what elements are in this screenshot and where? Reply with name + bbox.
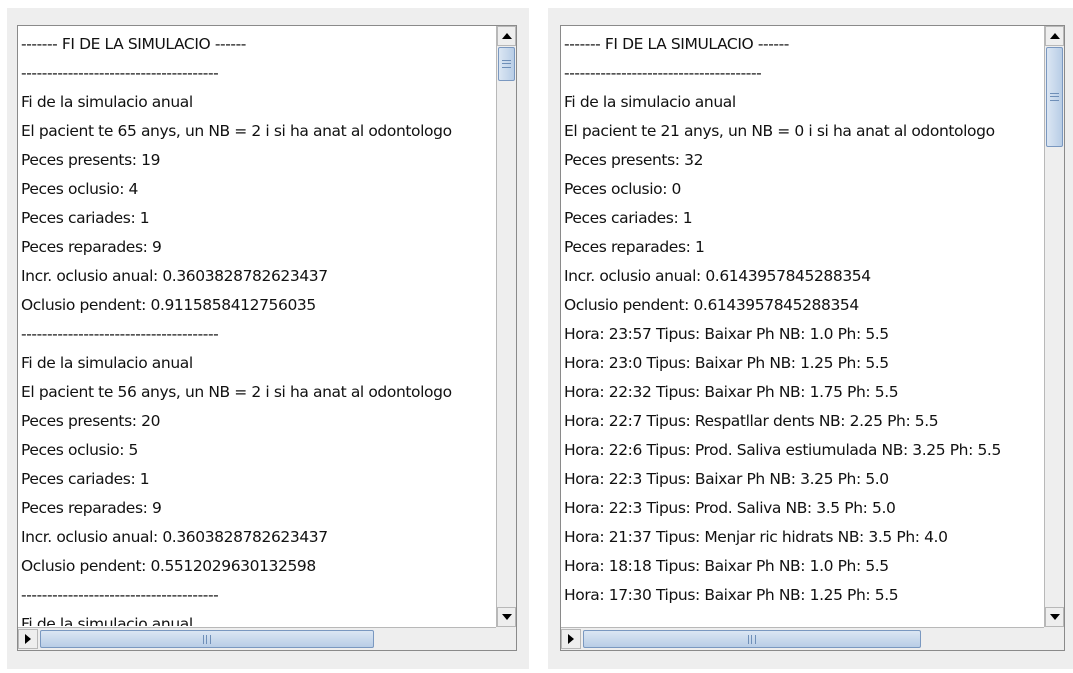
right-scroll-down-button[interactable]: [1045, 607, 1064, 627]
text-line: El pacient te 56 anys, un NB = 2 i si ha…: [21, 383, 452, 401]
text-line: Fi de la simulacio anual: [21, 615, 193, 626]
right-horizontal-scrollbar[interactable]: [561, 627, 1064, 650]
text-line: Hora: 18:18 Tipus: Baixar Ph NB: 1.0 Ph:…: [564, 557, 889, 575]
left-text-area[interactable]: ------- FI DE LA SIMULACIO ------ -------…: [21, 30, 494, 626]
text-line: Incr. oclusio anual: 0.3603828782623437: [21, 267, 328, 285]
text-line: Hora: 22:6 Tipus: Prod. Saliva estiumula…: [564, 441, 1001, 459]
text-line: Oclusio pendent: 0.5512029630132598: [21, 557, 316, 575]
text-line: Peces reparades: 9: [21, 499, 162, 517]
text-line: Peces cariades: 1: [21, 209, 150, 227]
arrow-right-icon: [568, 634, 574, 644]
scroll-corner: [1044, 627, 1064, 650]
grip-icon: [203, 634, 211, 644]
text-line: Peces oclusio: 5: [21, 441, 139, 459]
text-line: Peces cariades: 1: [564, 209, 693, 227]
text-line: Oclusio pendent: 0.6143957845288354: [564, 296, 859, 314]
text-line: Peces presents: 20: [21, 412, 161, 430]
text-line: Hora: 22:32 Tipus: Baixar Ph NB: 1.75 Ph…: [564, 383, 899, 401]
text-line: Incr. oclusio anual: 0.6143957845288354: [564, 267, 871, 285]
text-line: Fi de la simulacio anual: [21, 354, 193, 372]
text-line: ------- FI DE LA SIMULACIO ------: [21, 35, 246, 53]
scroll-corner: [496, 627, 516, 650]
text-line: ------- FI DE LA SIMULACIO ------: [564, 35, 789, 53]
text-line: Peces oclusio: 4: [21, 180, 139, 198]
left-scroll-pane[interactable]: ------- FI DE LA SIMULACIO ------ -------…: [17, 25, 517, 651]
arrow-right-icon: [25, 634, 31, 644]
left-horizontal-scroll-thumb[interactable]: [40, 630, 374, 648]
text-line: El pacient te 65 anys, un NB = 2 i si ha…: [21, 122, 452, 140]
left-vertical-scroll-thumb[interactable]: [498, 47, 515, 81]
text-line: El pacient te 21 anys, un NB = 0 i si ha…: [564, 122, 995, 140]
text-line: Hora: 22:7 Tipus: Respatllar dents NB: 2…: [564, 412, 939, 430]
text-line: Hora: 17:30 Tipus: Baixar Ph NB: 1.25 Ph…: [564, 586, 899, 604]
left-scroll-right-button[interactable]: [18, 629, 38, 649]
text-line: Peces presents: 19: [21, 151, 161, 169]
arrow-down-icon: [501, 614, 512, 620]
right-panel: ------- FI DE LA SIMULACIO ------ -------…: [548, 8, 1073, 669]
arrow-up-icon: [1049, 33, 1060, 39]
grip-icon: [748, 634, 756, 644]
left-vertical-scrollbar[interactable]: [496, 26, 516, 627]
grip-icon: [1050, 93, 1059, 101]
right-vertical-scrollbar[interactable]: [1044, 26, 1064, 627]
right-scroll-up-button[interactable]: [1045, 26, 1064, 46]
text-line: --------------------------------------: [564, 64, 762, 82]
text-line: Hora: 22:3 Tipus: Prod. Saliva NB: 3.5 P…: [564, 499, 896, 517]
right-text-area[interactable]: ------- FI DE LA SIMULACIO ------ -------…: [564, 30, 1042, 626]
left-horizontal-scrollbar[interactable]: [18, 627, 516, 650]
text-line: Fi de la simulacio anual: [564, 93, 736, 111]
left-scroll-up-button[interactable]: [497, 26, 516, 46]
right-horizontal-scroll-thumb[interactable]: [583, 630, 921, 648]
left-scroll-down-button[interactable]: [497, 607, 516, 627]
grip-icon: [502, 60, 511, 68]
arrow-up-icon: [501, 33, 512, 39]
text-line: Oclusio pendent: 0.9115858412756035: [21, 296, 316, 314]
text-line: Peces oclusio: 0: [564, 180, 682, 198]
arrow-down-icon: [1049, 614, 1060, 620]
right-scroll-right-button[interactable]: [561, 629, 581, 649]
text-line: Peces reparades: 9: [21, 238, 162, 256]
text-line: --------------------------------------: [21, 586, 219, 604]
text-line: --------------------------------------: [21, 64, 219, 82]
text-line: Peces presents: 32: [564, 151, 704, 169]
text-line: Peces reparades: 1: [564, 238, 705, 256]
text-line: Hora: 21:37 Tipus: Menjar ric hidrats NB…: [564, 528, 948, 546]
text-line: Hora: 22:3 Tipus: Baixar Ph NB: 3.25 Ph:…: [564, 470, 889, 488]
text-line: Incr. oclusio anual: 0.3603828782623437: [21, 528, 328, 546]
text-line: Hora: 23:57 Tipus: Baixar Ph NB: 1.0 Ph:…: [564, 325, 889, 343]
text-line: --------------------------------------: [21, 325, 219, 343]
left-panel: ------- FI DE LA SIMULACIO ------ -------…: [7, 8, 529, 669]
text-line: Hora: 23:0 Tipus: Baixar Ph NB: 1.25 Ph:…: [564, 354, 889, 372]
text-line: Peces cariades: 1: [21, 470, 150, 488]
right-vertical-scroll-thumb[interactable]: [1046, 47, 1063, 147]
text-line: Fi de la simulacio anual: [21, 93, 193, 111]
right-scroll-pane[interactable]: ------- FI DE LA SIMULACIO ------ -------…: [560, 25, 1065, 651]
